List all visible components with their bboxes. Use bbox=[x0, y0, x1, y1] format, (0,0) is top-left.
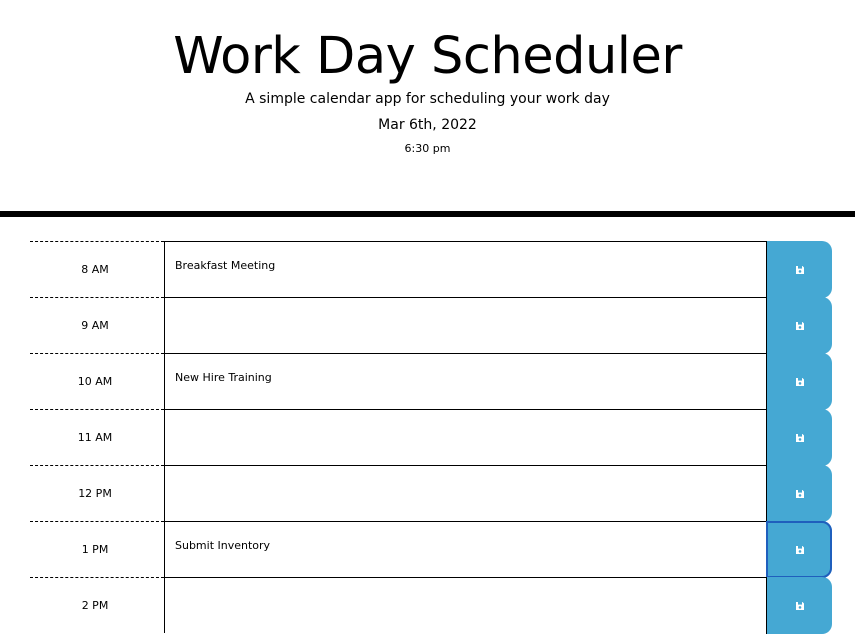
floppy-disk-icon bbox=[795, 545, 804, 554]
hour-label: 9 AM bbox=[30, 297, 164, 353]
event-description-field[interactable]: Breakfast Meeting bbox=[164, 241, 766, 297]
event-description-field[interactable]: Submit Inventory bbox=[164, 521, 766, 577]
hour-label: 10 AM bbox=[30, 353, 164, 409]
event-description-field[interactable] bbox=[164, 409, 766, 465]
event-description-field[interactable] bbox=[164, 577, 766, 633]
hour-label: 12 PM bbox=[30, 465, 164, 521]
save-button[interactable] bbox=[766, 409, 832, 466]
hour-label: 8 AM bbox=[30, 241, 164, 297]
time-block-row: 1 PM Submit Inventory bbox=[30, 521, 832, 578]
hour-label: 11 AM bbox=[30, 409, 164, 465]
hour-text: 10 AM bbox=[77, 375, 113, 388]
event-description-field[interactable]: New Hire Training bbox=[164, 353, 766, 409]
floppy-disk-icon bbox=[795, 265, 804, 274]
current-time: 6:30 pm bbox=[404, 142, 451, 155]
hour-text: 11 AM bbox=[77, 431, 113, 444]
hour-label: 2 PM bbox=[30, 577, 164, 633]
time-block-row: 10 AM New Hire Training bbox=[30, 353, 832, 410]
time-block-row: 2 PM bbox=[30, 577, 832, 634]
hour-text: 8 AM bbox=[81, 263, 109, 276]
hour-text: 2 PM bbox=[81, 599, 109, 612]
floppy-disk-icon bbox=[795, 489, 804, 498]
current-date: Mar 6th, 2022 bbox=[378, 117, 477, 133]
page-title: Work Day Scheduler bbox=[173, 27, 682, 86]
event-description-field[interactable] bbox=[164, 465, 766, 521]
hour-text: 1 PM bbox=[81, 543, 109, 556]
time-block-list: 8 AM Breakfast Meeting 9 AM 10 AM New Hi… bbox=[30, 241, 832, 634]
header-divider bbox=[0, 211, 855, 217]
hour-text: 12 PM bbox=[78, 487, 112, 500]
floppy-disk-icon bbox=[795, 433, 804, 442]
save-button[interactable] bbox=[766, 353, 832, 410]
event-description-field[interactable] bbox=[164, 297, 766, 353]
page-subtitle: A simple calendar app for scheduling you… bbox=[245, 91, 610, 107]
hour-text: 9 AM bbox=[81, 319, 109, 332]
floppy-disk-icon bbox=[795, 377, 804, 386]
time-block-row: 11 AM bbox=[30, 409, 832, 466]
save-button[interactable] bbox=[766, 521, 832, 578]
save-button[interactable] bbox=[766, 297, 832, 354]
floppy-disk-icon bbox=[795, 321, 804, 330]
hour-label: 1 PM bbox=[30, 521, 164, 577]
time-block-row: 9 AM bbox=[30, 297, 832, 354]
jumbotron-header: Work Day Scheduler A simple calendar app… bbox=[0, 0, 855, 211]
save-button[interactable] bbox=[766, 465, 832, 522]
time-block-row: 8 AM Breakfast Meeting bbox=[30, 241, 832, 298]
floppy-disk-icon bbox=[795, 601, 804, 610]
save-button[interactable] bbox=[766, 241, 832, 298]
time-block-row: 12 PM bbox=[30, 465, 832, 522]
save-button[interactable] bbox=[766, 577, 832, 634]
